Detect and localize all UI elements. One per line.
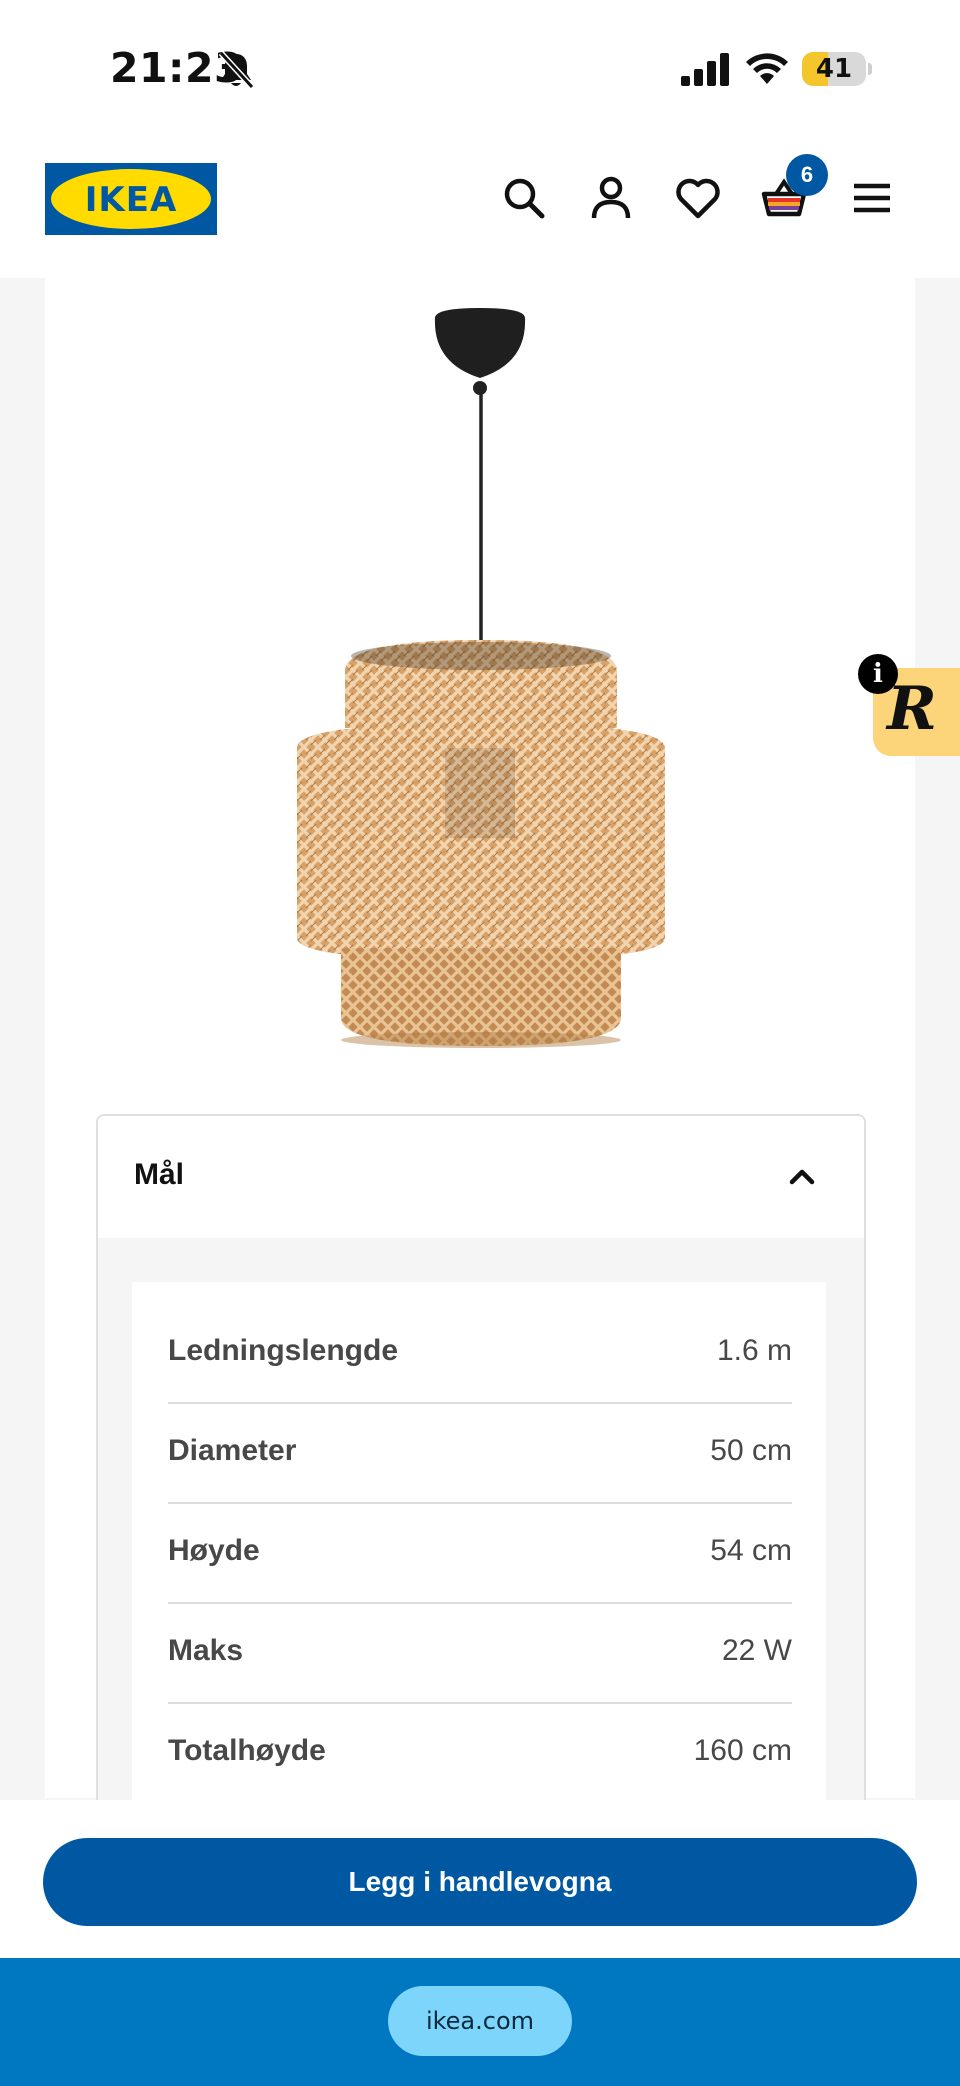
dimension-label: Høyde [168, 1534, 260, 1567]
user-icon[interactable] [587, 174, 635, 222]
dimension-value: 1.6 m [716, 1334, 792, 1367]
dimension-value: 22 W [721, 1634, 792, 1667]
info-icon[interactable]: i [858, 654, 898, 694]
dimension-label: Totalhøyde [168, 1734, 326, 1767]
add-to-cart-button[interactable]: Legg i handlevogna [43, 1838, 917, 1926]
battery-percent: 41 [815, 54, 853, 84]
dimension-row-totalhoyde: Totalhøyde 160 cm [168, 1702, 792, 1802]
dimension-value: 160 cm [693, 1734, 792, 1767]
bell-slash-icon [218, 50, 254, 90]
menu-icon[interactable] [848, 174, 896, 222]
browser-toolbar: ikea.com [0, 1958, 960, 2086]
search-icon[interactable] [500, 174, 548, 222]
dimension-label: Ledningslengde [168, 1334, 399, 1367]
dimension-value: 50 cm [710, 1434, 792, 1467]
dimension-row-hoyde: Høyde 54 cm [168, 1502, 792, 1604]
status-bar: 21:23 41 [0, 0, 960, 140]
sticky-cta-bar: Legg i handlevogna [0, 1800, 960, 1958]
ikea-logo[interactable]: IKEA [45, 163, 217, 235]
dimensions-accordion: Mål Ledningslengde 1.6 m Diameter 50 cm … [96, 1114, 866, 1836]
product-image[interactable] [45, 278, 915, 1078]
battery-indicator: 41 [802, 52, 866, 86]
site-header: IKEA 6 [0, 140, 960, 278]
dimension-value: 54 cm [710, 1534, 792, 1567]
heart-icon[interactable] [674, 174, 722, 222]
dimension-label: Diameter [168, 1434, 297, 1467]
battery-tip [868, 63, 872, 75]
wifi-icon [746, 53, 788, 84]
chevron-up-icon[interactable] [784, 1158, 820, 1194]
dimension-row-maks: Maks 22 W [168, 1602, 792, 1704]
accordion-title: Mål [134, 1158, 185, 1191]
dimension-label: Maks [168, 1634, 244, 1667]
logo-text: IKEA [85, 180, 178, 220]
dimension-row-ledningslengde: Ledningslengde 1.6 m [168, 1302, 792, 1404]
dimensions-panel: Ledningslengde 1.6 m Diameter 50 cm Høyd… [132, 1282, 826, 1836]
dimension-row-diameter: Diameter 50 cm [168, 1402, 792, 1504]
cart-count-badge: 6 [786, 154, 828, 196]
url-bar[interactable]: ikea.com [388, 1986, 572, 2056]
signal-icon [681, 53, 729, 86]
accordion-header[interactable]: Mål [98, 1116, 864, 1238]
